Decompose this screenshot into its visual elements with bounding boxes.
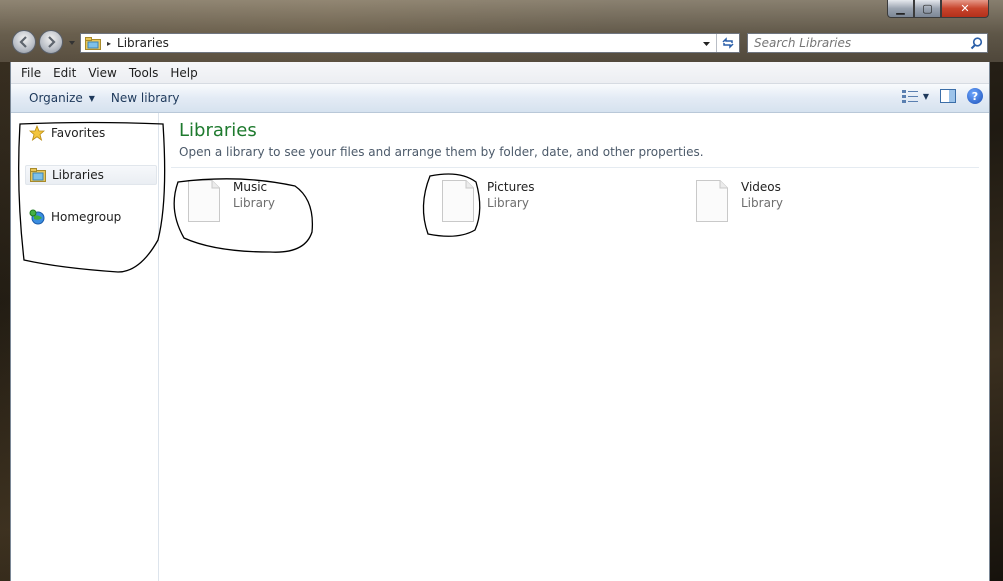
- divider: [171, 167, 979, 168]
- library-name: Videos: [741, 180, 781, 194]
- menu-edit[interactable]: Edit: [47, 66, 82, 80]
- nav-item-label: Homegroup: [51, 210, 122, 224]
- recent-pages-dropdown-icon[interactable]: [68, 39, 76, 47]
- homegroup-icon: [29, 209, 45, 225]
- caption-buttons: ▁ ▢ ✕: [887, 0, 989, 18]
- breadcrumb-libraries[interactable]: Libraries: [117, 36, 169, 50]
- nav-item-label: Favorites: [51, 126, 106, 140]
- document-icon: [442, 180, 474, 222]
- close-button[interactable]: ✕: [941, 0, 989, 18]
- new-library-label: New library: [110, 91, 180, 105]
- breadcrumb-separator-icon[interactable]: ▸: [107, 39, 111, 48]
- content-pane: Libraries Open a library to see your fil…: [171, 113, 989, 581]
- back-button[interactable]: [12, 30, 36, 54]
- document-icon: [188, 180, 220, 222]
- refresh-icon: [722, 37, 734, 49]
- search-icon[interactable]: [970, 37, 983, 50]
- help-icon: ?: [967, 88, 983, 104]
- library-type: Library: [741, 196, 783, 210]
- organize-button[interactable]: Organize ▼: [21, 91, 103, 105]
- nav-item-homegroup[interactable]: Homegroup: [29, 207, 121, 227]
- maximize-button[interactable]: ▢: [914, 0, 941, 18]
- libraries-folder-icon: [85, 36, 101, 50]
- search-input[interactable]: [754, 36, 964, 50]
- address-dropdown-icon[interactable]: [702, 39, 711, 48]
- arrow-left-icon: [19, 36, 27, 48]
- page-title: Libraries: [179, 120, 257, 141]
- library-type: Library: [487, 196, 529, 210]
- views-dropdown-icon[interactable]: ▼: [923, 92, 929, 101]
- minimize-button[interactable]: ▁: [887, 0, 914, 18]
- change-view-button[interactable]: ▼: [901, 88, 929, 104]
- libraries-folder-icon: [30, 168, 46, 182]
- arrow-right-icon: [48, 36, 56, 48]
- forward-button[interactable]: [39, 30, 63, 54]
- menu-view[interactable]: View: [82, 66, 122, 80]
- library-item-music[interactable]: Music Library: [187, 179, 275, 223]
- library-type: Library: [233, 196, 275, 210]
- refresh-button[interactable]: [716, 34, 739, 52]
- page-description: Open a library to see your files and arr…: [179, 145, 704, 159]
- organize-label: Organize: [29, 91, 83, 105]
- address-bar[interactable]: ▸ Libraries: [80, 33, 740, 53]
- nav-item-label: Libraries: [52, 168, 104, 182]
- nav-item-favorites[interactable]: Favorites: [29, 123, 105, 143]
- library-name: Music: [233, 180, 268, 194]
- help-button[interactable]: ?: [967, 88, 983, 104]
- preview-pane-icon: [940, 89, 956, 103]
- command-bar: Organize ▼ New library ▼ ?: [11, 84, 989, 113]
- library-item-pictures[interactable]: Pictures Library: [441, 179, 535, 223]
- menu-file[interactable]: File: [15, 66, 47, 80]
- command-bar-right: ▼ ?: [891, 88, 983, 104]
- menu-tools[interactable]: Tools: [123, 66, 165, 80]
- menu-help[interactable]: Help: [164, 66, 203, 80]
- search-box[interactable]: [747, 33, 988, 53]
- chevron-down-icon: ▼: [88, 93, 95, 103]
- navigation-pane: Favorites Libraries Homegroup: [11, 113, 159, 581]
- new-library-button[interactable]: New library: [103, 91, 188, 105]
- view-details-icon: [901, 90, 918, 103]
- library-item-videos[interactable]: Videos Library: [695, 179, 783, 223]
- document-icon: [696, 180, 728, 222]
- explorer-window: File Edit View Tools Help Organize ▼ New…: [10, 62, 990, 581]
- library-name: Pictures: [487, 180, 535, 194]
- menu-bar: File Edit View Tools Help: [11, 62, 989, 84]
- star-icon: [29, 125, 45, 141]
- nav-item-libraries[interactable]: Libraries: [25, 165, 157, 185]
- preview-pane-button[interactable]: [939, 88, 957, 104]
